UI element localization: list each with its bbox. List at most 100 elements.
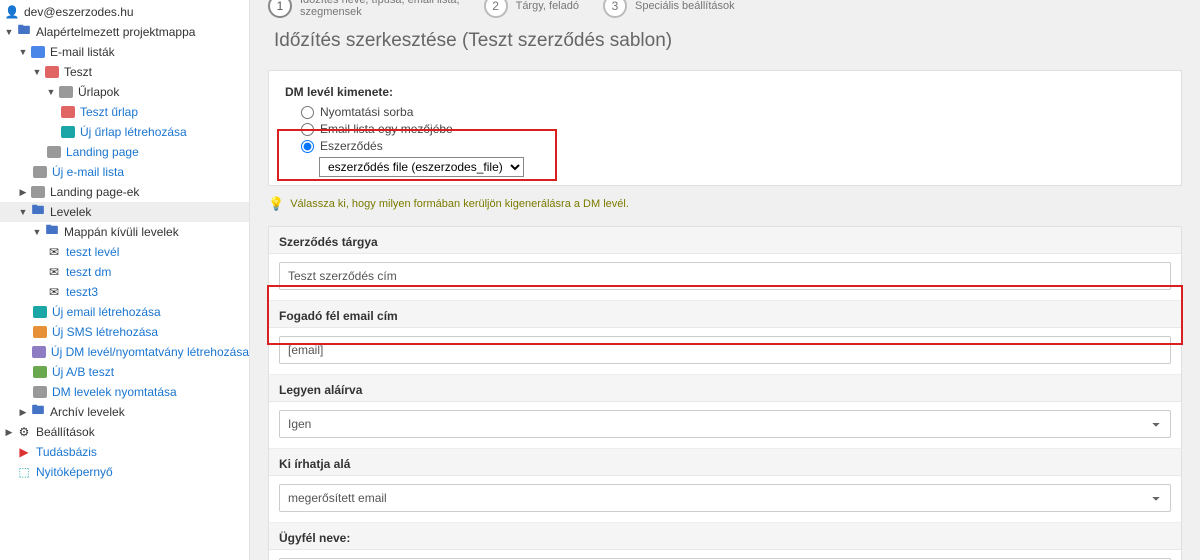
tree-new-dm[interactable]: Új DM levél/nyomtatvány létrehozása xyxy=(0,342,249,362)
tree-label: teszt3 xyxy=(66,285,98,299)
tree-label: Tudásbázis xyxy=(36,445,97,459)
field-signed: Legyen aláírva Igen xyxy=(269,375,1181,449)
caret-right-icon: ▶ xyxy=(18,187,28,198)
tree-new-form[interactable]: Új űrlap létrehozása xyxy=(0,122,249,142)
page-title: Időzítés szerkesztése (Teszt szerződés s… xyxy=(274,30,1182,52)
folder-icon: 🖿 xyxy=(16,24,32,40)
tree-label: Teszt űrlap xyxy=(80,105,138,119)
field-label: Fogadó fél email cím xyxy=(269,301,1181,328)
form-icon xyxy=(58,84,74,100)
tree-out-of-folder[interactable]: ▼ 🖿 Mappán kívüli levelek xyxy=(0,222,249,242)
tree-landing-pages[interactable]: ▶ Landing page-ek xyxy=(0,182,249,202)
field-label: Legyen aláírva xyxy=(269,375,1181,402)
radio-input[interactable] xyxy=(301,140,314,153)
envelope-icon: ✉ xyxy=(46,284,62,300)
tree-label: teszt levél xyxy=(66,245,119,259)
eszerzodes-file-select[interactable]: eszerződés file (eszerzodes_file) xyxy=(319,157,524,177)
contract-form: Szerződés tárgya Fogadó fél email cím Le… xyxy=(268,226,1182,560)
radio-eszerzodes[interactable]: Eszerződés xyxy=(301,139,1165,153)
folder-icon: 🖿 xyxy=(30,204,46,220)
gear-icon: ⚙ xyxy=(16,424,32,440)
tree-email-lists[interactable]: ▼ E-mail listák xyxy=(0,42,249,62)
radio-label: Nyomtatási sorba xyxy=(320,105,413,119)
tree-test-letter[interactable]: ✉ teszt levél xyxy=(0,242,249,262)
tree-new-email[interactable]: Új email létrehozása xyxy=(0,302,249,322)
step-number-icon: 3 xyxy=(603,0,627,18)
radio-input[interactable] xyxy=(301,106,314,119)
caret-down-icon: ▼ xyxy=(32,227,42,237)
tree-label: Mappán kívüli levelek xyxy=(64,225,179,239)
tree-archive[interactable]: ▶ 🖿 Archív levelek xyxy=(0,402,249,422)
tree-test3[interactable]: ✉ teszt3 xyxy=(0,282,249,302)
tree-landing-page[interactable]: Landing page xyxy=(0,142,249,162)
tree-label: Új DM levél/nyomtatvány létrehozása xyxy=(51,345,249,359)
tree-label: Teszt xyxy=(64,65,92,79)
step-number-icon: 1 xyxy=(268,0,292,18)
radio-print-queue[interactable]: Nyomtatási sorba xyxy=(301,105,1165,119)
main-content: 1 Időzítés neve, típusa, email lista,sze… xyxy=(250,0,1200,560)
step-3[interactable]: 3 Speciális beállítások xyxy=(603,0,735,18)
tree-account[interactable]: 👤 dev@eszerzodes.hu xyxy=(0,2,249,22)
tree-new-ab[interactable]: Új A/B teszt xyxy=(0,362,249,382)
dm-output-hint: 💡 Válassza ki, hogy milyen formában kerü… xyxy=(268,196,1182,212)
caret-down-icon: ▼ xyxy=(4,27,14,37)
recipient-input[interactable] xyxy=(279,336,1171,364)
tree-test-dm[interactable]: ✉ teszt dm xyxy=(0,262,249,282)
field-label: Ügyfél neve: xyxy=(269,523,1181,550)
radio-label: Eszerződés xyxy=(320,139,383,153)
subject-input[interactable] xyxy=(279,262,1171,290)
radio-input[interactable] xyxy=(301,123,314,136)
caret-down-icon: ▼ xyxy=(18,207,28,217)
home-icon: ⬚ xyxy=(16,464,32,480)
folder-icon: 🖿 xyxy=(44,224,60,240)
tree-label: Nyitóképernyő xyxy=(36,465,113,479)
field-label: Ki írhatja alá xyxy=(269,449,1181,476)
step-label: Speciális beállítások xyxy=(635,0,735,12)
field-client-name: Ügyfél neve: xyxy=(269,523,1181,560)
field-recipient: Fogadó fél email cím xyxy=(269,301,1181,375)
tree-label: Új űrlap létrehozása xyxy=(80,125,187,139)
caret-right-icon: ▶ xyxy=(18,407,28,418)
tree-settings[interactable]: ▶ ⚙ Beállítások xyxy=(0,422,249,442)
step-label: Tárgy, feladó xyxy=(516,0,579,12)
tree-test[interactable]: ▼ Teszt xyxy=(0,62,249,82)
tree-kb[interactable]: ▶ Tudásbázis xyxy=(0,442,249,462)
tree-new-sms[interactable]: Új SMS létrehozása xyxy=(0,322,249,342)
landing-folder-icon xyxy=(30,184,46,200)
sidebar-tree: 👤 dev@eszerzodes.hu ▼ 🖿 Alapértelmezett … xyxy=(0,0,250,560)
tree-dm-print[interactable]: DM levelek nyomtatása xyxy=(0,382,249,402)
tree-welcome[interactable]: ⬚ Nyitóképernyő xyxy=(0,462,249,482)
field-subject: Szerződés tárgya xyxy=(269,227,1181,301)
new-form-icon xyxy=(60,124,76,140)
envelope-icon: ✉ xyxy=(46,264,62,280)
tree-label: Archív levelek xyxy=(50,405,125,419)
step-1[interactable]: 1 Időzítés neve, típusa, email lista,sze… xyxy=(268,0,460,18)
who-sign-select[interactable]: megerősített email xyxy=(279,484,1171,512)
signed-select[interactable]: Igen xyxy=(279,410,1171,438)
tree-label: E-mail listák xyxy=(50,45,115,59)
tree-letters[interactable]: ▼ 🖿 Levelek xyxy=(0,202,249,222)
tree-label: Alapértelmezett projektmappa xyxy=(36,25,195,39)
tree-root-folder[interactable]: ▼ 🖿 Alapértelmezett projektmappa xyxy=(0,22,249,42)
tree-forms[interactable]: ▼ Űrlapok xyxy=(0,82,249,102)
dm-output-heading: DM levél kimenete: xyxy=(285,85,1165,99)
folder-icon: 🖿 xyxy=(30,404,46,420)
lightbulb-icon: 💡 xyxy=(268,196,284,212)
new-list-icon xyxy=(32,164,48,180)
radio-label: Email lista egy mezőjébe xyxy=(320,122,453,136)
form-item-icon xyxy=(60,104,76,120)
step-label: Időzítés neve, típusa, email lista,szegm… xyxy=(300,0,460,18)
envelope-icon: ✉ xyxy=(46,244,62,260)
tree-label: dev@eszerzodes.hu xyxy=(24,5,134,19)
user-icon: 👤 xyxy=(4,4,20,20)
new-sms-icon xyxy=(32,324,48,340)
ab-test-icon xyxy=(32,364,48,380)
tree-new-email-list[interactable]: Új e-mail lista xyxy=(0,162,249,182)
radio-email-field[interactable]: Email lista egy mezőjébe xyxy=(301,122,1165,136)
caret-right-icon: ▶ xyxy=(4,427,14,438)
new-dm-icon xyxy=(32,344,47,360)
step-2[interactable]: 2 Tárgy, feladó xyxy=(484,0,579,18)
tree-test-form[interactable]: Teszt űrlap xyxy=(0,102,249,122)
tree-label: Beállítások xyxy=(36,425,95,439)
caret-down-icon: ▼ xyxy=(32,67,42,77)
